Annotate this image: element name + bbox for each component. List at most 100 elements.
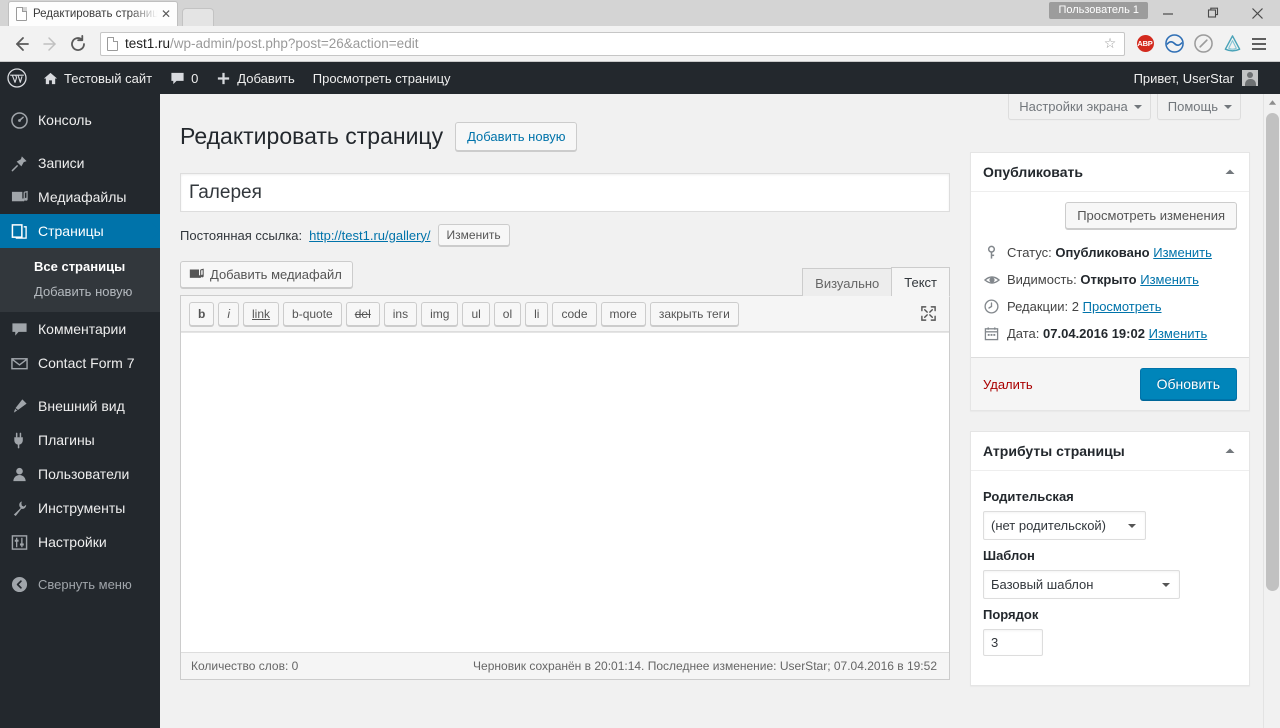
site-name-menu[interactable]: Тестовый сайт: [34, 62, 161, 94]
qt-button-close-tags[interactable]: закрыть теги: [649, 302, 739, 326]
permalink-url-link[interactable]: http://test1.ru/gallery/: [309, 228, 430, 243]
qt-button-more[interactable]: more: [600, 302, 646, 326]
key-icon: [983, 244, 1000, 261]
tab-text[interactable]: Текст: [891, 267, 950, 297]
minimize-button[interactable]: [1145, 0, 1190, 26]
sidebar-item-users[interactable]: Пользователи: [0, 457, 160, 491]
preview-changes-button[interactable]: Просмотреть изменения: [1065, 202, 1237, 229]
collapse-menu-button[interactable]: Свернуть меню: [0, 567, 160, 601]
screen-options-button[interactable]: Настройки экрана: [1008, 94, 1151, 120]
qt-button-del[interactable]: del: [345, 302, 380, 326]
sidebar-item-plugins[interactable]: Плагины: [0, 423, 160, 457]
edit-permalink-button[interactable]: Изменить: [437, 224, 510, 246]
address-bar[interactable]: test1.ru/wp-admin/post.php?post=26&actio…: [100, 31, 1125, 56]
edit-date-link[interactable]: Изменить: [1149, 326, 1208, 341]
sidebar-column: Опубликовать Просмотреть изменения Стату…: [970, 104, 1250, 706]
qt-button-link[interactable]: link: [243, 302, 280, 326]
close-window-button[interactable]: [1235, 0, 1280, 26]
browser-tab[interactable]: Редактировать страницу ✕: [8, 1, 178, 26]
drop-icon[interactable]: [1220, 32, 1244, 56]
account-menu[interactable]: Привет, UserStar: [1134, 62, 1258, 94]
qt-button-img[interactable]: img: [421, 302, 459, 326]
post-title-input[interactable]: [180, 173, 950, 212]
sidebar-item-label: Плагины: [38, 432, 95, 448]
media-icon: [189, 267, 204, 282]
comments-menu[interactable]: 0: [161, 62, 207, 94]
url-host: test1.ru: [125, 36, 171, 51]
browser-menu-icon[interactable]: [1246, 31, 1272, 57]
wp-admin-bar: Тестовый сайт 0 Добавить Просмотреть стр…: [0, 62, 1280, 94]
help-button[interactable]: Помощь: [1156, 94, 1241, 120]
new-content-menu[interactable]: Добавить: [207, 62, 303, 94]
sidebar-item-settings[interactable]: Настройки: [0, 525, 160, 559]
submenu-item-add-new[interactable]: Добавить новую: [0, 279, 160, 304]
back-button[interactable]: [8, 30, 36, 58]
status-value: Опубликовано: [1055, 245, 1150, 260]
parent-page-select[interactable]: (нет родительской): [983, 511, 1146, 540]
sidebar-item-appearance[interactable]: Внешний вид: [0, 389, 160, 423]
chevron-up-icon[interactable]: [1223, 165, 1237, 179]
qt-button-b[interactable]: b: [189, 302, 215, 326]
view-page-link[interactable]: Просмотреть страницу: [304, 62, 460, 94]
visibility-value: Открыто: [1080, 272, 1137, 287]
sidebar-item-dashboard[interactable]: Консоль: [0, 103, 160, 137]
extension-icons: ABP: [1133, 32, 1244, 56]
close-tab-icon[interactable]: ✕: [161, 8, 171, 20]
browser-tab-strip: Редактировать страницу ✕ Пользователь 1: [0, 0, 1280, 26]
qt-button-ol[interactable]: ol: [493, 302, 522, 326]
sidebar-item-pages[interactable]: Страницы: [0, 214, 160, 248]
move-to-trash-link[interactable]: Удалить: [983, 377, 1033, 392]
collapse-menu-label: Свернуть меню: [38, 576, 132, 592]
reload-button[interactable]: [64, 30, 92, 58]
tab-visual[interactable]: Визуально: [802, 268, 893, 297]
visibility-label: Видимость:: [1007, 272, 1077, 287]
sidebar-item-label: Консоль: [38, 112, 92, 128]
sidebar-item-posts[interactable]: Записи: [0, 146, 160, 180]
qt-button-li[interactable]: li: [525, 302, 549, 326]
bookmark-star-icon[interactable]: ☆: [1100, 35, 1120, 52]
publish-date-row: Дата: 07.04.2016 19:02 Изменить: [983, 320, 1237, 347]
edit-visibility-link[interactable]: Изменить: [1140, 272, 1199, 287]
qt-button-b-quote[interactable]: b-quote: [283, 302, 342, 326]
chevron-up-icon[interactable]: [1223, 444, 1237, 458]
page-attributes-header[interactable]: Атрибуты страницы: [971, 432, 1249, 471]
fullscreen-icon[interactable]: [917, 302, 939, 324]
add-media-button[interactable]: Добавить медиафайл: [180, 261, 353, 288]
new-tab-button[interactable]: [182, 8, 214, 26]
page-scrollbar[interactable]: [1263, 94, 1280, 728]
window-user-label[interactable]: Пользователь 1: [1049, 2, 1148, 19]
sidebar-item-comments[interactable]: Комментарии: [0, 312, 160, 346]
sidebar-item-tools[interactable]: Инструменты: [0, 491, 160, 525]
browse-revisions-link[interactable]: Просмотреть: [1083, 299, 1162, 314]
adblock-plus-icon[interactable]: ABP: [1133, 32, 1157, 56]
scrollbar-thumb[interactable]: [1266, 113, 1279, 591]
qt-button-i[interactable]: i: [218, 302, 240, 326]
wp-logo-menu[interactable]: [0, 62, 34, 94]
compass-icon[interactable]: [1191, 32, 1215, 56]
maximize-button[interactable]: [1190, 0, 1235, 26]
permalink-label: Постоянная ссылка:: [180, 227, 303, 243]
editor-content-area[interactable]: [181, 332, 949, 652]
sync-icon[interactable]: [1162, 32, 1186, 56]
page-template-select[interactable]: Базовый шаблон: [983, 570, 1180, 599]
add-new-page-button[interactable]: Добавить новую: [455, 122, 578, 151]
eye-icon: [983, 271, 1000, 288]
update-button[interactable]: Обновить: [1139, 368, 1237, 400]
menu-order-input[interactable]: [983, 629, 1043, 656]
howdy-label: Привет, UserStar: [1133, 70, 1234, 86]
qt-button-ul[interactable]: ul: [462, 302, 490, 326]
publish-box-header[interactable]: Опубликовать: [971, 153, 1249, 192]
collapse-arrow-icon: [9, 574, 29, 594]
parent-label: Родительская: [983, 489, 1074, 504]
dashboard-icon: [9, 110, 29, 130]
submenu-item-all-pages[interactable]: Все страницы: [0, 254, 160, 279]
edit-status-link[interactable]: Изменить: [1153, 245, 1212, 260]
sidebar-item-media[interactable]: Медиафайлы: [0, 180, 160, 214]
sidebar-item-label: Пользователи: [38, 466, 130, 482]
qt-button-code[interactable]: code: [552, 302, 597, 326]
qt-button-ins[interactable]: ins: [383, 302, 418, 326]
browser-tab-title: Редактировать страницу: [33, 8, 159, 20]
scroll-up-arrow-icon[interactable]: [1264, 94, 1280, 111]
forward-button[interactable]: [36, 30, 64, 58]
sidebar-item-contact-form-7[interactable]: Contact Form 7: [0, 346, 160, 380]
